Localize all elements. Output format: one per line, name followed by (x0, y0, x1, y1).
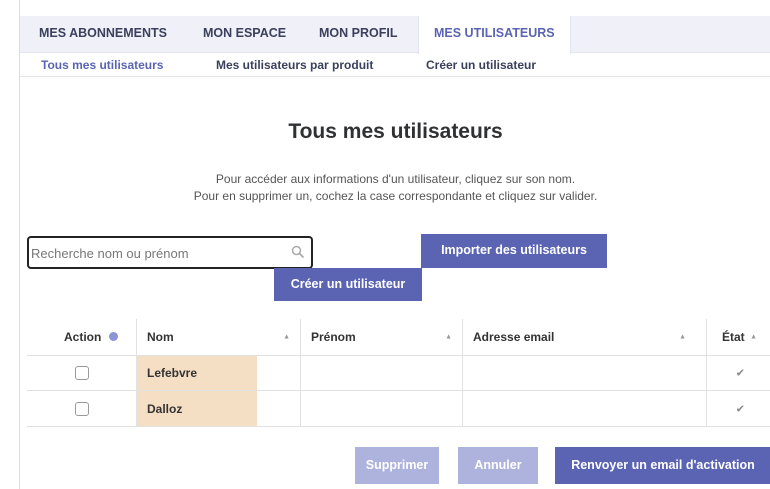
table-header-row: Action Nom ▲ Prénom ▲ Adresse email ▲ Ét… (27, 319, 770, 356)
header-nom[interactable]: Nom ▲ (137, 319, 301, 355)
delete-button[interactable]: Supprimer (355, 447, 439, 484)
subtab-tous-mes-utilisateurs[interactable]: Tous mes utilisateurs (41, 58, 163, 72)
search-input[interactable] (31, 243, 281, 263)
sort-icon[interactable]: ▲ (750, 334, 757, 341)
header-email-label: Adresse email (473, 330, 555, 344)
user-name-link[interactable]: Dalloz (147, 402, 182, 416)
row-action-cell (27, 356, 137, 390)
row-email-cell (463, 391, 707, 426)
header-prenom[interactable]: Prénom ▲ (301, 319, 463, 355)
table-row: Lefebvre ✔ (27, 356, 770, 391)
import-users-button[interactable]: Importer des utilisateurs (421, 234, 607, 268)
header-nom-label: Nom (147, 330, 174, 344)
description-line-1: Pour accéder aux informations d'un utili… (215, 172, 576, 186)
header-action-label: Action (64, 330, 102, 344)
header-etat-label: État (722, 330, 745, 344)
resend-activation-email-button[interactable]: Renvoyer un email d'activation (555, 447, 770, 484)
tab-mon-espace[interactable]: MON ESPACE (203, 16, 286, 53)
cancel-button[interactable]: Annuler (458, 447, 538, 484)
row-etat-cell: ✔ (707, 356, 770, 390)
subtab-utilisateurs-par-produit[interactable]: Mes utilisateurs par produit (216, 58, 373, 72)
header-action: Action (27, 319, 137, 355)
row-prenom-cell (301, 391, 463, 426)
tab-mes-utilisateurs[interactable]: MES UTILISATEURS (418, 16, 571, 54)
row-checkbox[interactable] (75, 366, 89, 380)
page: MES ABONNEMENTS MON ESPACE MON PROFIL ME… (19, 0, 770, 489)
row-checkbox[interactable] (75, 401, 89, 416)
row-action-cell (27, 391, 137, 426)
check-icon: ✔ (735, 403, 745, 415)
search-icon[interactable] (291, 245, 305, 259)
row-nom-cell[interactable]: Lefebvre (137, 356, 301, 390)
page-title: Tous mes utilisateurs (288, 120, 503, 143)
sort-icon[interactable]: ▲ (679, 334, 686, 341)
sub-tab-bar: Tous mes utilisateurs Mes utilisateurs p… (20, 53, 770, 77)
info-icon[interactable] (109, 332, 119, 341)
sort-icon[interactable]: ▲ (445, 334, 452, 341)
row-email-cell (463, 356, 707, 390)
row-etat-cell: ✔ (707, 391, 770, 426)
check-icon: ✔ (735, 367, 745, 380)
header-etat[interactable]: État ▲ (707, 319, 770, 355)
subtab-creer-utilisateur[interactable]: Créer un utilisateur (426, 58, 536, 72)
search-box (27, 236, 313, 269)
row-prenom-cell (301, 356, 463, 390)
create-user-button[interactable]: Créer un utilisateur (274, 268, 422, 301)
main-tab-bar: MES ABONNEMENTS MON ESPACE MON PROFIL ME… (20, 16, 770, 54)
description-line-2: Pour en supprimer un, cochez la case cor… (193, 189, 598, 203)
sort-icon[interactable]: ▲ (283, 334, 290, 341)
header-prenom-label: Prénom (311, 330, 356, 344)
table-row: Dalloz ✔ (27, 391, 770, 427)
user-name-link[interactable]: Lefebvre (147, 366, 197, 380)
header-email[interactable]: Adresse email ▲ (463, 319, 707, 355)
tab-mon-profil[interactable]: MON PROFIL (319, 16, 397, 53)
row-nom-cell[interactable]: Dalloz (137, 391, 301, 426)
tab-mes-abonnements[interactable]: MES ABONNEMENTS (39, 16, 167, 53)
